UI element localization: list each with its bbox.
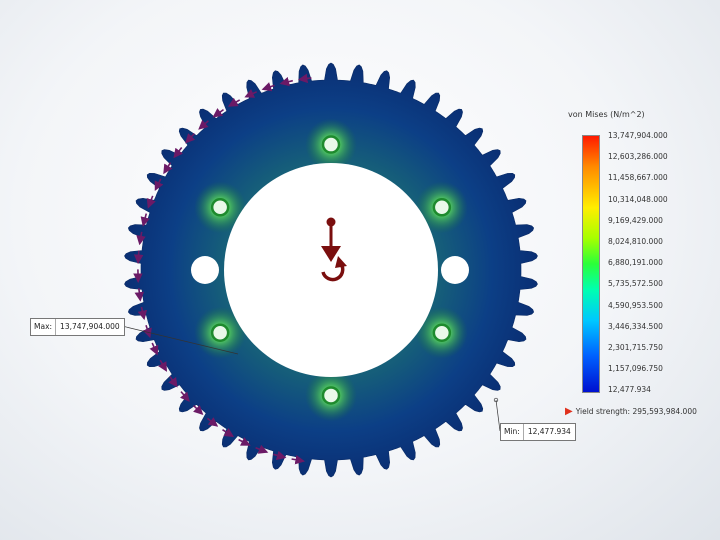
- legend-tick: 10,314,048.000: [608, 194, 668, 204]
- bolt-hole[interactable]: [210, 198, 230, 217]
- max-callout-label: Max:: [31, 319, 57, 335]
- max-callout[interactable]: Max: 13,747,904.000: [30, 318, 125, 336]
- min-callout[interactable]: Min: 12,477.934: [500, 423, 576, 441]
- stress-colorbar: [582, 135, 600, 393]
- bolt-hole[interactable]: [432, 198, 452, 217]
- min-callout-value: 12,477.934: [527, 427, 571, 436]
- legend-tick: 11,458,667.000: [608, 173, 668, 183]
- bolt-hole[interactable]: [210, 323, 230, 342]
- legend-tick: 12,603,286.000: [608, 152, 668, 162]
- legend-tick: 2,301,715.750: [608, 343, 663, 352]
- legend-tick: 3,446,334.500: [608, 321, 663, 331]
- load-arrow: [261, 82, 275, 92]
- legend-tick: 13,747,904.000: [608, 131, 668, 140]
- max-callout-value: 13,747,904.000: [60, 322, 120, 331]
- legend-tick: 12,477.934: [608, 385, 651, 395]
- legend-title: von Mises (N/m^2): [568, 110, 645, 119]
- legend-tick: 4,590,953.500: [608, 300, 663, 310]
- model-viewport[interactable]: [0, 0, 720, 540]
- legend-tick: 8,024,810.000: [608, 237, 663, 246]
- legend-tick: 6,880,191.000: [608, 258, 663, 268]
- load-arrow: [134, 288, 145, 302]
- side-notch-left: [191, 256, 219, 284]
- yield-strength-text: Yield strength: 295,593,984.000: [575, 407, 697, 416]
- bolt-hole[interactable]: [321, 135, 341, 154]
- legend-tick: 5,735,572.500: [608, 279, 663, 289]
- bolt-hole[interactable]: [432, 323, 452, 342]
- side-notch-right: [441, 256, 469, 284]
- legend-tick: 1,157,096.750: [608, 364, 663, 374]
- yield-arrow-icon: ▶: [565, 406, 573, 417]
- legend-tick: 9,169,429.000: [608, 215, 663, 225]
- load-arrow: [133, 250, 144, 265]
- load-arrow: [140, 213, 150, 227]
- yield-strength-label: ▶ Yield strength: 295,593,984.000: [565, 406, 697, 417]
- bolt-hole[interactable]: [321, 386, 341, 405]
- center-bore: [224, 163, 438, 377]
- min-callout-label: Min:: [501, 424, 524, 440]
